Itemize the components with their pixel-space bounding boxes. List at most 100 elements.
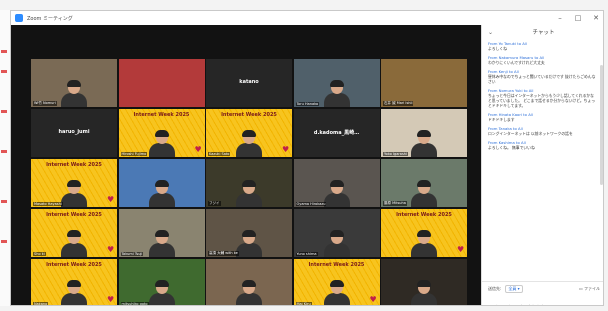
chat-message: From Kenji to All 昼休み中なのでちょっと聞いているだけです 抜け… (488, 69, 596, 84)
chat-message-text: ロングインターネットは 以前ネットワークの話を (488, 131, 573, 136)
video-tile[interactable]: Internet Week 2025 ♥ Sho ki (31, 209, 117, 257)
video-tile[interactable]: 藤原 Mitsuha (381, 159, 467, 207)
participant-name: フジイ (208, 201, 221, 206)
participant-silhouette (322, 80, 352, 107)
video-tile[interactable]: katano (206, 59, 292, 107)
participant-name: Nakano (33, 302, 49, 306)
participant-name: Kazuki Sato (208, 152, 231, 156)
chat-message: From Tanaka to All ロングインターネットは 以前ネットワークの話… (488, 126, 596, 136)
event-banner: Internet Week 2025 (46, 212, 102, 218)
video-tile[interactable]: Takumi Tsuji (118, 209, 205, 257)
participant-silhouette (409, 130, 439, 157)
participant-silhouette (322, 280, 352, 305)
maximize-button[interactable]: □ (569, 11, 587, 25)
participant-name: Oyama Hirokazu (295, 202, 327, 206)
chat-messages: From Yo Tanuki to All よろしくね From Nakamura … (488, 41, 596, 281)
close-button[interactable]: ✕ (587, 11, 603, 25)
heart-icon: ♥ (282, 145, 290, 154)
heart-icon: ♥ (107, 195, 115, 204)
participant-name: 石井 誠 Mari Ishii (383, 101, 414, 106)
participant-name: Mai Kiru (295, 302, 312, 306)
video-tile[interactable]: Internet Week 2025 ♥ Mai Kiru (293, 259, 380, 306)
participant-name: Takumi Tsuji (120, 252, 144, 256)
participant-silhouette (234, 180, 264, 207)
video-tile[interactable] (118, 59, 205, 107)
file-label: ファイル (584, 286, 600, 291)
participant-name: mitsuhiko goto (120, 302, 149, 306)
participant-name-center: d.kadoma_黒崎… (313, 130, 360, 136)
participant-silhouette (147, 180, 177, 207)
heart-icon: ♥ (107, 245, 115, 254)
video-tile[interactable]: Internet Week 2025 ♥ Kazuki Sato (206, 109, 292, 157)
chat-message: From Nakamura Masaru to All わかりにくいんですけれど大… (488, 55, 596, 65)
participant-silhouette (59, 230, 89, 257)
chat-message: From Yo Tanuki to All よろしくね (488, 41, 596, 51)
participant-name-center: katano (239, 79, 259, 85)
title-bar: Zoom ミーティング – □ ✕ (11, 11, 603, 25)
video-tile[interactable] (381, 259, 467, 305)
chat-input[interactable] (488, 302, 598, 305)
participant-name: Hiroshi Fujimo (120, 152, 148, 156)
video-tile[interactable]: Internet Week 2025 ♥ Masato Hayashi (31, 159, 117, 207)
participant-silhouette (409, 280, 439, 305)
participant-silhouette (234, 130, 264, 157)
event-banner: Internet Week 2025 (46, 262, 102, 268)
video-tile[interactable]: 石井 誠 Mari Ishii (381, 59, 467, 107)
zoom-app-icon (15, 14, 23, 22)
video-tile[interactable]: Internet Week 2025 ♥ Hiroshi Fujimo (118, 109, 205, 157)
video-tile[interactable]: mitsuhiko goto (118, 259, 205, 306)
video-tile[interactable]: Internet Week 2025 ♥ Nakano (31, 259, 117, 306)
video-tile[interactable]: 高須 大輔 with ke (206, 209, 292, 257)
participant-name: Yuno shima (295, 252, 318, 256)
chat-message-text: ドキドキします (488, 117, 515, 122)
minimize-button[interactable]: – (551, 11, 569, 25)
chat-message-text: ちょっと今日はインターネットからもう少し話してくれるかなと思っていました。 どこ… (488, 93, 596, 108)
participant-name: 高須 大輔 with ke (208, 251, 239, 256)
video-tile[interactable]: Oyama Hirokazu (293, 159, 380, 207)
recipient-row: 送信先: 全員 ▾ ▭ ファイル (482, 282, 603, 293)
event-banner: Internet Week 2025 (308, 262, 365, 268)
video-tile[interactable]: Yoko Igarashi (381, 109, 467, 157)
participant-silhouette (409, 180, 439, 207)
event-banner: Internet Week 2025 (46, 162, 102, 168)
participant-name: Toru Hanako (295, 102, 320, 106)
participant-silhouette (59, 80, 89, 107)
video-tile[interactable]: Wi竹 Nomuri (31, 59, 117, 107)
participant-silhouette (59, 280, 89, 305)
chat-scrollbar[interactable] (600, 65, 603, 185)
gallery-view: Wi竹 Nomuri katano Toru Hanako 石井 誠 Mari Ish… (11, 25, 481, 306)
chat-title: チャット (532, 30, 555, 36)
chat-message-text: わかりにくいんですけれど大丈夫 (488, 60, 545, 65)
event-banner: Internet Week 2025 (396, 212, 452, 218)
heart-icon: ♥ (457, 245, 465, 254)
chevron-down-icon[interactable]: ⌄ (488, 29, 493, 36)
chat-message-text: 昼休み中なのでちょっと聞いているだけです 抜けたらごめんなさい (488, 74, 596, 84)
heart-icon: ♥ (107, 295, 115, 304)
recipient-label: 送信先: (488, 286, 502, 291)
video-tile[interactable] (118, 159, 205, 207)
video-tile[interactable] (206, 259, 292, 305)
file-button[interactable]: ▭ ファイル (579, 286, 600, 292)
video-tile[interactable]: Toru Hanako (293, 59, 380, 107)
participant-name: Yoko Igarashi (383, 152, 408, 156)
video-tile[interactable]: フジイ (206, 159, 292, 207)
participant-silhouette (322, 230, 352, 257)
chat-composer: 送信先: 全員 ▾ ▭ ファイル (482, 281, 603, 305)
recipient-select[interactable]: 全員 ▾ (505, 285, 523, 293)
chat-message: From Kashima to All よろしくね。 無事でいいね (488, 140, 596, 150)
zoom-window: Zoom ミーティング – □ ✕ Wi竹 Nomuri katano Toru H… (10, 10, 604, 306)
chat-header: ⌄ チャット (482, 25, 603, 39)
participant-silhouette (147, 230, 177, 257)
participant-name: Masato Hayashi (33, 202, 63, 206)
participant-silhouette (147, 130, 177, 157)
participant-silhouette (147, 280, 177, 305)
video-tile[interactable]: Internet Week 2025 ♥ (381, 209, 467, 257)
video-tile[interactable]: Yuno shima (293, 209, 380, 257)
chat-message: From Nomura Yuki to All ちょっと今日はインターネットからも… (488, 88, 596, 108)
video-tile[interactable]: d.kadoma_黒崎… (293, 109, 380, 157)
window-title: Zoom ミーティング (27, 15, 73, 22)
chat-message-text: よろしくね (488, 46, 507, 51)
participant-silhouette (234, 280, 264, 305)
video-tile[interactable]: haruo_jumi (31, 109, 117, 157)
event-banner: Internet Week 2025 (133, 112, 190, 118)
